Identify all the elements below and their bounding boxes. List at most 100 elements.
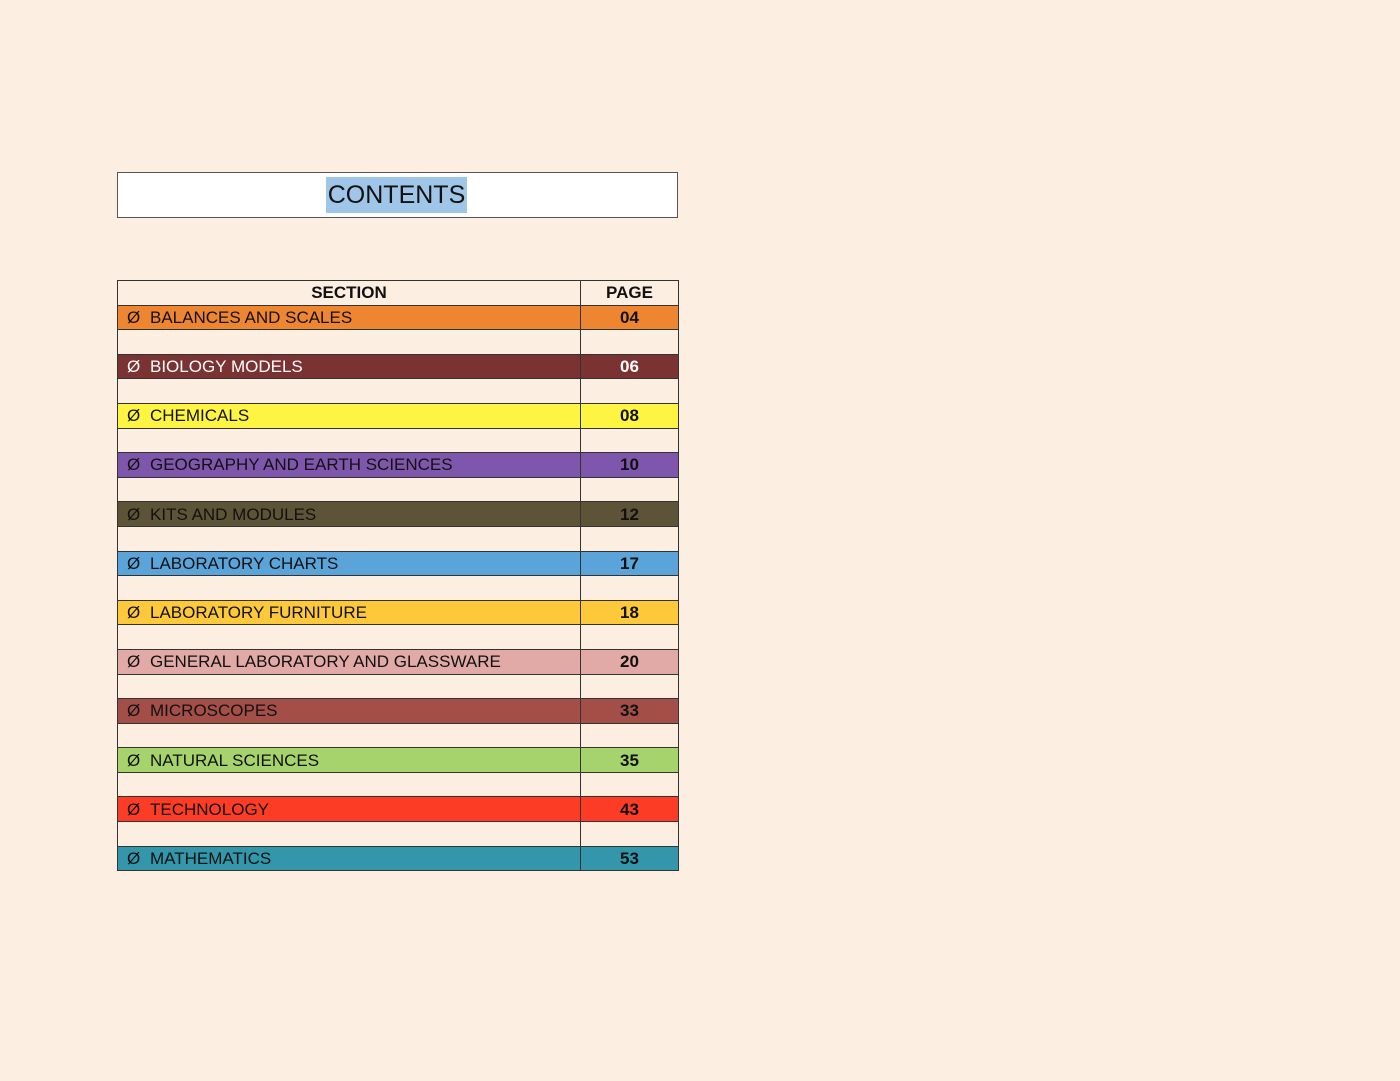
section-cell: Ø NATURAL SCIENCES bbox=[117, 747, 581, 773]
spacer-row bbox=[117, 821, 679, 847]
spacer-row bbox=[117, 771, 679, 798]
table-row: Ø KITS AND MODULES 12 bbox=[117, 501, 679, 527]
bullet-icon: Ø bbox=[127, 357, 141, 377]
section-label: BIOLOGY MODELS bbox=[150, 357, 303, 377]
spacer-cell bbox=[580, 771, 679, 798]
section-label: LABORATORY FURNITURE bbox=[150, 603, 367, 623]
bullet-icon: Ø bbox=[127, 553, 141, 573]
spacer-row bbox=[117, 575, 679, 601]
spacer-cell bbox=[580, 575, 679, 601]
spacer-row bbox=[117, 378, 679, 404]
bullet-icon: Ø bbox=[127, 848, 141, 868]
section-cell: Ø GENERAL LABORATORY AND GLASSWARE bbox=[117, 648, 581, 675]
spacer-cell bbox=[117, 771, 581, 798]
spacer-row bbox=[117, 525, 679, 552]
table-header-row: SECTION PAGE bbox=[117, 280, 679, 306]
spacer-cell bbox=[580, 722, 679, 749]
bullet-icon: Ø bbox=[127, 799, 141, 819]
table-row: Ø GENERAL LABORATORY AND GLASSWARE 20 bbox=[117, 648, 679, 675]
page-title: CONTENTS bbox=[325, 177, 468, 213]
table-row: Ø BALANCES AND SCALES 04 bbox=[117, 304, 679, 331]
spacer-cell bbox=[580, 525, 679, 552]
section-label: TECHNOLOGY bbox=[150, 799, 270, 819]
page-number: 04 bbox=[580, 304, 679, 331]
page-number: 18 bbox=[580, 599, 679, 626]
section-label: BALANCES AND SCALES bbox=[150, 307, 353, 327]
spacer-row bbox=[117, 476, 679, 503]
section-cell: Ø BIOLOGY MODELS bbox=[117, 353, 581, 380]
spacer-cell bbox=[117, 624, 581, 650]
page-number: 20 bbox=[580, 648, 679, 675]
section-cell: Ø MICROSCOPES bbox=[117, 698, 581, 724]
section-cell: Ø MATHEMATICS bbox=[117, 845, 581, 872]
contents-table: SECTION PAGE Ø BALANCES AND SCALES 04 Ø BIOL… bbox=[117, 280, 679, 872]
spacer-cell bbox=[580, 378, 679, 404]
table-row: Ø MATHEMATICS 53 bbox=[117, 845, 679, 872]
bullet-icon: Ø bbox=[127, 504, 141, 524]
table-row: Ø GEOGRAPHY AND EARTH SCIENCES 10 bbox=[117, 452, 679, 478]
section-label: LABORATORY CHARTS bbox=[150, 553, 339, 573]
page-number: 12 bbox=[580, 501, 679, 527]
section-cell: Ø GEOGRAPHY AND EARTH SCIENCES bbox=[117, 452, 581, 478]
section-column-header: SECTION bbox=[117, 280, 581, 306]
section-label: KITS AND MODULES bbox=[150, 504, 317, 524]
spacer-row bbox=[117, 673, 679, 700]
spacer-cell bbox=[117, 378, 581, 404]
page-number: 10 bbox=[580, 452, 679, 478]
spacer-cell bbox=[117, 575, 581, 601]
spacer-cell bbox=[580, 821, 679, 847]
bullet-icon: Ø bbox=[127, 406, 141, 426]
page-column-header: PAGE bbox=[580, 280, 679, 306]
page-number: 35 bbox=[580, 747, 679, 773]
spacer-cell bbox=[117, 525, 581, 552]
section-label: NATURAL SCIENCES bbox=[150, 750, 320, 770]
bullet-icon: Ø bbox=[127, 652, 141, 672]
page-number: 33 bbox=[580, 698, 679, 724]
section-cell: Ø BALANCES AND SCALES bbox=[117, 304, 581, 331]
spacer-cell bbox=[580, 427, 679, 454]
spacer-cell bbox=[117, 476, 581, 503]
section-cell: Ø CHEMICALS bbox=[117, 402, 581, 429]
contents-table-body: Ø BALANCES AND SCALES 04 Ø BIOLOGY MODELS 06 Ø… bbox=[117, 304, 679, 872]
table-row: Ø BIOLOGY MODELS 06 bbox=[117, 353, 679, 380]
table-row: Ø LABORATORY CHARTS 17 bbox=[117, 550, 679, 577]
spacer-cell bbox=[580, 476, 679, 503]
bullet-icon: Ø bbox=[127, 701, 141, 721]
spacer-cell bbox=[580, 329, 679, 355]
section-label: GEOGRAPHY AND EARTH SCIENCES bbox=[150, 455, 453, 475]
spacer-cell bbox=[117, 673, 581, 700]
section-cell: Ø LABORATORY CHARTS bbox=[117, 550, 581, 577]
spacer-row bbox=[117, 427, 679, 454]
spacer-cell bbox=[117, 722, 581, 749]
bullet-icon: Ø bbox=[127, 455, 141, 475]
section-cell: Ø KITS AND MODULES bbox=[117, 501, 581, 527]
spacer-row bbox=[117, 624, 679, 650]
section-label: MICROSCOPES bbox=[150, 701, 278, 721]
page-number: 06 bbox=[580, 353, 679, 380]
bullet-icon: Ø bbox=[127, 750, 141, 770]
page-number: 08 bbox=[580, 402, 679, 429]
spacer-cell bbox=[117, 427, 581, 454]
bullet-icon: Ø bbox=[127, 603, 141, 623]
bullet-icon: Ø bbox=[127, 307, 141, 327]
section-cell: Ø TECHNOLOGY bbox=[117, 796, 581, 823]
spacer-cell bbox=[117, 329, 581, 355]
section-cell: Ø LABORATORY FURNITURE bbox=[117, 599, 581, 626]
section-label: GENERAL LABORATORY AND GLASSWARE bbox=[150, 652, 501, 672]
title-box: CONTENTS bbox=[117, 172, 678, 218]
spacer-cell bbox=[580, 624, 679, 650]
table-row: Ø LABORATORY FURNITURE 18 bbox=[117, 599, 679, 626]
page-number: 17 bbox=[580, 550, 679, 577]
page-number: 43 bbox=[580, 796, 679, 823]
section-label: MATHEMATICS bbox=[150, 848, 272, 868]
spacer-row bbox=[117, 329, 679, 355]
page-number: 53 bbox=[580, 845, 679, 872]
table-row: Ø NATURAL SCIENCES 35 bbox=[117, 747, 679, 773]
spacer-cell bbox=[117, 821, 581, 847]
spacer-row bbox=[117, 722, 679, 749]
spacer-cell bbox=[580, 673, 679, 700]
table-row: Ø TECHNOLOGY 43 bbox=[117, 796, 679, 823]
section-label: CHEMICALS bbox=[150, 406, 250, 426]
table-row: Ø MICROSCOPES 33 bbox=[117, 698, 679, 724]
table-row: Ø CHEMICALS 08 bbox=[117, 402, 679, 429]
